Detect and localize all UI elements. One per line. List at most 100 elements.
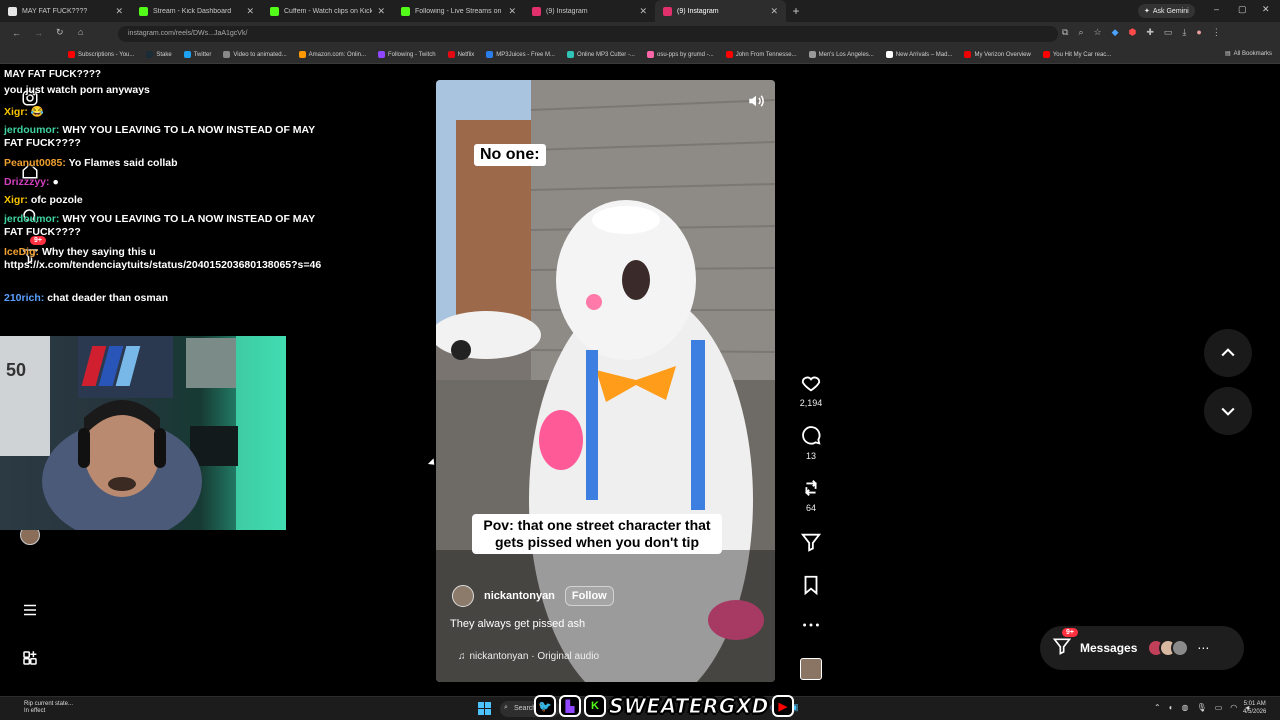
puzzle-icon[interactable]: ✚ [1146,27,1154,38]
zoom-icon[interactable]: ⌕ [1078,27,1083,38]
repost-icon[interactable] [800,477,822,499]
send-icon[interactable] [800,531,822,553]
comment-icon[interactable] [800,425,822,447]
comment-action[interactable]: 13 [797,425,825,461]
url-input[interactable]: instagram.com/reels/DWs...JaA1gcVk/ [118,26,1058,42]
tab-favicon-icon [663,6,672,16]
author-avatar[interactable] [452,585,474,607]
downloads-icon[interactable]: ⤓ [1182,27,1186,38]
chat-username: Xigr: [4,106,28,118]
bookmark-item[interactable]: Netflix [447,51,474,58]
forward-icon[interactable]: → [34,28,43,38]
volume-icon[interactable] [747,92,765,110]
like-action[interactable]: 2,194 [797,372,825,408]
close-window-icon[interactable]: ✕ [1262,4,1270,15]
display-icon[interactable]: ▭ [1215,703,1223,712]
tray-app-icon[interactable]: ◐ [1169,703,1174,712]
wifi-icon[interactable]: ◠ [1230,703,1237,712]
clock[interactable]: 5:01 AM 4/5/2026 [1243,700,1266,716]
tab-close-icon[interactable]: ✕ [377,6,385,17]
tab-close-icon[interactable]: ✕ [508,6,516,17]
tray-chevron-icon[interactable]: ⌃ [1154,703,1161,712]
extension-icon[interactable]: ◆ [1112,27,1119,38]
author-username[interactable]: nickantonyan [484,590,555,602]
more-icon: ⋯ [1197,641,1210,655]
follow-button[interactable]: Follow [564,586,614,606]
bookmark-item[interactable]: MP3Juices - Free M... [486,51,555,58]
bookmark-item[interactable]: New Arrivals – Mad... [885,51,952,58]
also-from-meta-icon[interactable] [16,644,44,672]
bookmark-item[interactable]: Amazon.com: Onlin... [298,51,366,58]
reload-icon[interactable]: ↻ [56,27,64,38]
reel-description[interactable]: They always get pissed ash [450,618,585,630]
bookmark-item[interactable]: Twitter [183,51,211,58]
bookmark-item[interactable]: John From Tennesse... [725,51,797,58]
shield-icon[interactable]: ⬢ [1128,27,1136,38]
notification-toast[interactable]: Rip current state... In effect [24,701,73,715]
more-menu-icon[interactable] [16,596,44,624]
tab-close-icon[interactable]: ✕ [770,6,778,17]
reel-audio[interactable]: ♫ nickantonyan · Original audio [458,651,599,662]
bookmark-item[interactable]: Men's Los Angeles... [808,51,874,58]
minimize-icon[interactable]: – [1214,4,1219,14]
bookmark-item[interactable]: My Verizon Overview [964,51,1031,58]
bookmark-item[interactable]: Following - Twitch [378,51,436,58]
heart-icon[interactable] [800,372,822,394]
messages-label: Messages [1080,641,1138,655]
previous-reel-button[interactable] [1204,329,1252,377]
mic-icon[interactable]: 🎙 [1197,703,1207,712]
browser-tab[interactable]: Stream - Kick Dashboard ✕ [131,0,262,22]
bookmark-item[interactable]: Subscriptions - You... [68,51,134,58]
bookmark-item[interactable]: osu-pps by grumd -... [646,51,714,58]
chat-message: Xigr: 😂 [4,106,324,119]
tab-close-icon[interactable]: ✕ [639,6,647,17]
new-tab-button[interactable]: + [786,4,806,18]
browser-tab[interactable]: (9) Instagram ✕ [524,0,655,22]
bookmarks-bar: Subscriptions - You... Stake Twitter Video … [0,46,1280,64]
maximize-icon[interactable]: ▢ [1238,4,1247,15]
bookmark-item[interactable]: Stake [146,51,172,58]
twitter-icon: 🐦 [534,695,556,717]
bookmark-favicon-icon [146,51,154,58]
reel-video[interactable]: No one: Pov: that one street character t… [436,80,775,682]
messages-icon: 9+ [1052,627,1078,661]
bookmark-item[interactable]: Online MP3 Cutter -... [566,51,635,58]
message-avatars [1147,639,1190,657]
back-icon[interactable]: ← [12,28,21,38]
more-options-icon[interactable] [797,614,825,636]
browser-tab[interactable]: Cuffem - Watch clips on Kick ✕ [262,0,393,22]
install-icon[interactable]: ⧉ [1062,27,1068,38]
tab-label: MAY FAT FUCK???? [22,7,88,15]
audio-thumbnail[interactable] [797,658,825,680]
tab-close-icon[interactable]: ✕ [246,6,254,17]
browser-tab[interactable]: MAY FAT FUCK???? ✕ [0,0,131,22]
chat-username: 210rich: [4,292,45,304]
browser-tab[interactable]: Following - Live Streams on Kick ✕ [393,0,524,22]
bookmark-icon[interactable] [800,574,822,596]
save-action[interactable] [797,574,825,596]
tab-favicon-icon [532,6,541,16]
bookmark-item[interactable]: You Hit My Car reac... [1042,51,1111,58]
ask-gemini-button[interactable]: ✦ Ask Gemini [1138,4,1195,18]
tray-app-icon[interactable]: ◍ [1182,703,1189,712]
menu-icon[interactable]: ⋮ [1212,27,1221,38]
bookmark-item[interactable]: Video to animated... [223,51,287,58]
screen: MAY FAT FUCK???? ✕ Stream - Kick Dashboard… [0,0,1280,720]
home-icon[interactable]: ⌂ [78,27,83,37]
share-action[interactable] [797,531,825,553]
split-icon[interactable]: ▭ [1164,27,1173,38]
bookmark-star-icon[interactable]: ☆ [1093,27,1101,38]
repost-action[interactable]: 64 [797,477,825,513]
browser-tab[interactable]: (9) Instagram ✕ [655,0,786,22]
like-count: 2,194 [799,398,823,408]
all-bookmarks-button[interactable]: ▤ All Bookmarks [1224,50,1272,58]
folder-icon: ▤ [1224,51,1231,57]
profile-icon[interactable]: ● [1196,27,1201,38]
start-button[interactable] [478,702,491,715]
avatar [1171,639,1190,657]
tab-close-icon[interactable]: ✕ [115,6,123,17]
messages-button[interactable]: 9+ Messages ⋯ [1040,626,1244,670]
next-reel-button[interactable] [1204,387,1252,435]
webcam-image: 50 [0,336,286,530]
tab-favicon-icon [139,6,148,16]
